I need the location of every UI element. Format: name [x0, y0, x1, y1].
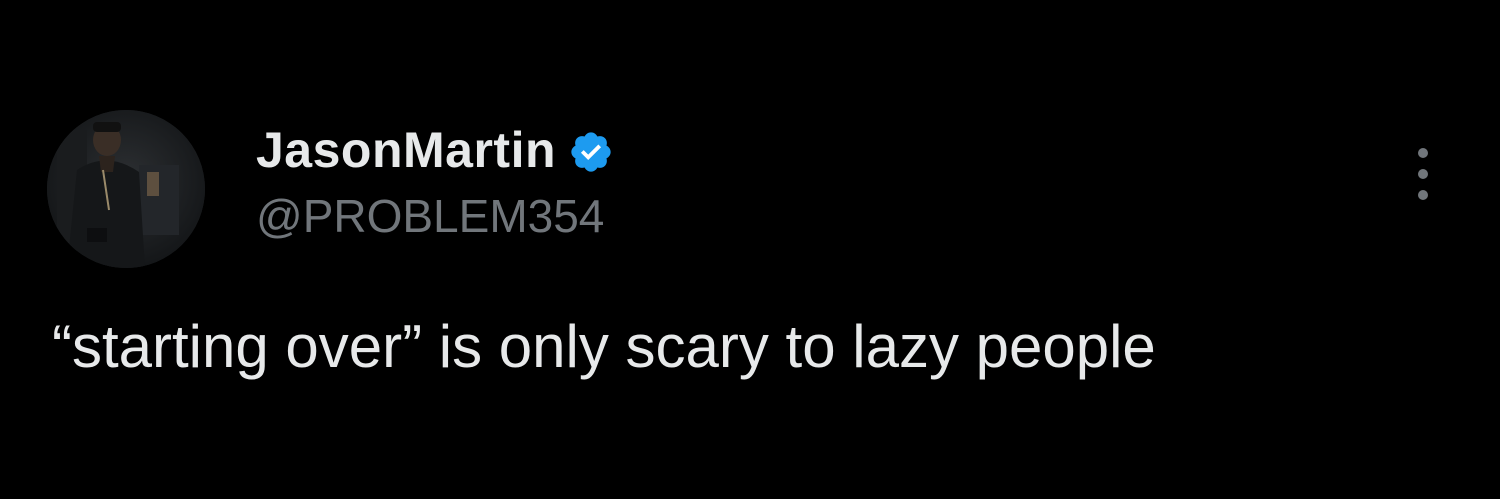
- tweet-card: JasonMartin @PROBLEM354 “starting over” …: [0, 0, 1500, 499]
- menu-dot: [1418, 169, 1428, 179]
- menu-dot: [1418, 190, 1428, 200]
- avatar-photo: [47, 110, 205, 268]
- author-display-name[interactable]: JasonMartin: [256, 120, 556, 180]
- author-handle[interactable]: @PROBLEM354: [256, 188, 614, 244]
- more-options-icon[interactable]: [1408, 148, 1438, 200]
- tweet-header: JasonMartin @PROBLEM354: [256, 120, 614, 244]
- avatar[interactable]: [47, 110, 205, 268]
- menu-dot: [1418, 148, 1428, 158]
- author-name-row: JasonMartin: [256, 120, 614, 180]
- verified-badge-icon: [568, 129, 614, 175]
- tweet-text: “starting over” is only scary to lazy pe…: [52, 313, 1156, 380]
